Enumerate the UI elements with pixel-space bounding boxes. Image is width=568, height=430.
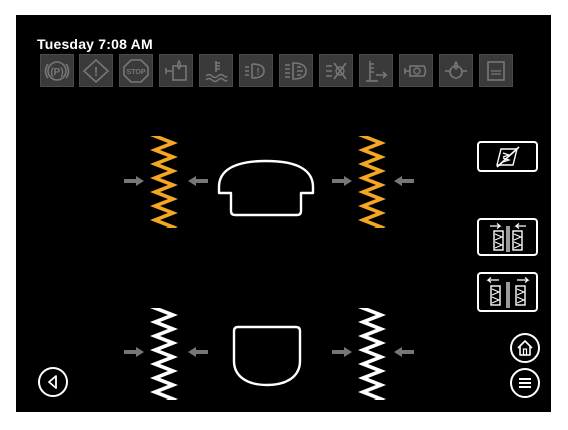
inflate-button[interactable] [477, 218, 538, 256]
tire-pressure-off-button[interactable] [477, 141, 538, 172]
inward-arrow-icon [124, 347, 144, 357]
inward-arrow-icon [394, 176, 414, 186]
trailer-brake-icon [319, 54, 353, 87]
inward-arrow-icon [188, 176, 208, 186]
general-warning-label: ! [94, 64, 98, 79]
general-warning-icon: ! [79, 54, 113, 87]
date-time: Tuesday 7:08 AM [37, 36, 153, 52]
inward-arrow-icon [394, 347, 414, 357]
hydraulic-oil-icon [159, 54, 193, 87]
inward-arrow-icon [332, 176, 352, 186]
deflate-button[interactable] [477, 272, 538, 312]
stop-icon: STOP [119, 54, 153, 87]
rear-body-outline [232, 325, 302, 387]
home-icon [517, 340, 533, 356]
display-screen: Tuesday 7:08 AM (P) ! STOP ! [16, 15, 551, 412]
stop-label: STOP [127, 69, 146, 76]
oil-pressure-icon [439, 54, 473, 87]
def-icon [479, 54, 513, 87]
engine-oil-icon [399, 54, 433, 87]
coolant-temp-icon [199, 54, 233, 87]
front-right-tire[interactable] [358, 136, 386, 228]
chevron-left-icon [48, 375, 57, 389]
home-button[interactable] [510, 333, 540, 363]
menu-icon [519, 378, 531, 388]
back-button[interactable] [38, 367, 68, 397]
tire-slash-icon [495, 145, 520, 168]
parking-brake-icon: (P) [40, 54, 74, 87]
menu-button[interactable] [510, 368, 540, 398]
front-brake-label: ! [256, 67, 259, 78]
inward-arrow-icon [188, 347, 208, 357]
rear-right-tire[interactable] [358, 308, 386, 400]
transmission-icon [279, 54, 313, 87]
front-brake-icon: ! [239, 54, 273, 87]
front-cab-outline [217, 159, 315, 217]
front-left-tire[interactable] [150, 136, 178, 228]
inward-arrow-icon [124, 176, 144, 186]
fuel-level-icon [359, 54, 393, 87]
inward-arrow-icon [332, 347, 352, 357]
tires-inward-icon [489, 223, 526, 252]
tires-outward-icon [485, 277, 530, 308]
parking-brake-label: (P) [50, 67, 63, 78]
rear-left-tire[interactable] [150, 308, 178, 400]
